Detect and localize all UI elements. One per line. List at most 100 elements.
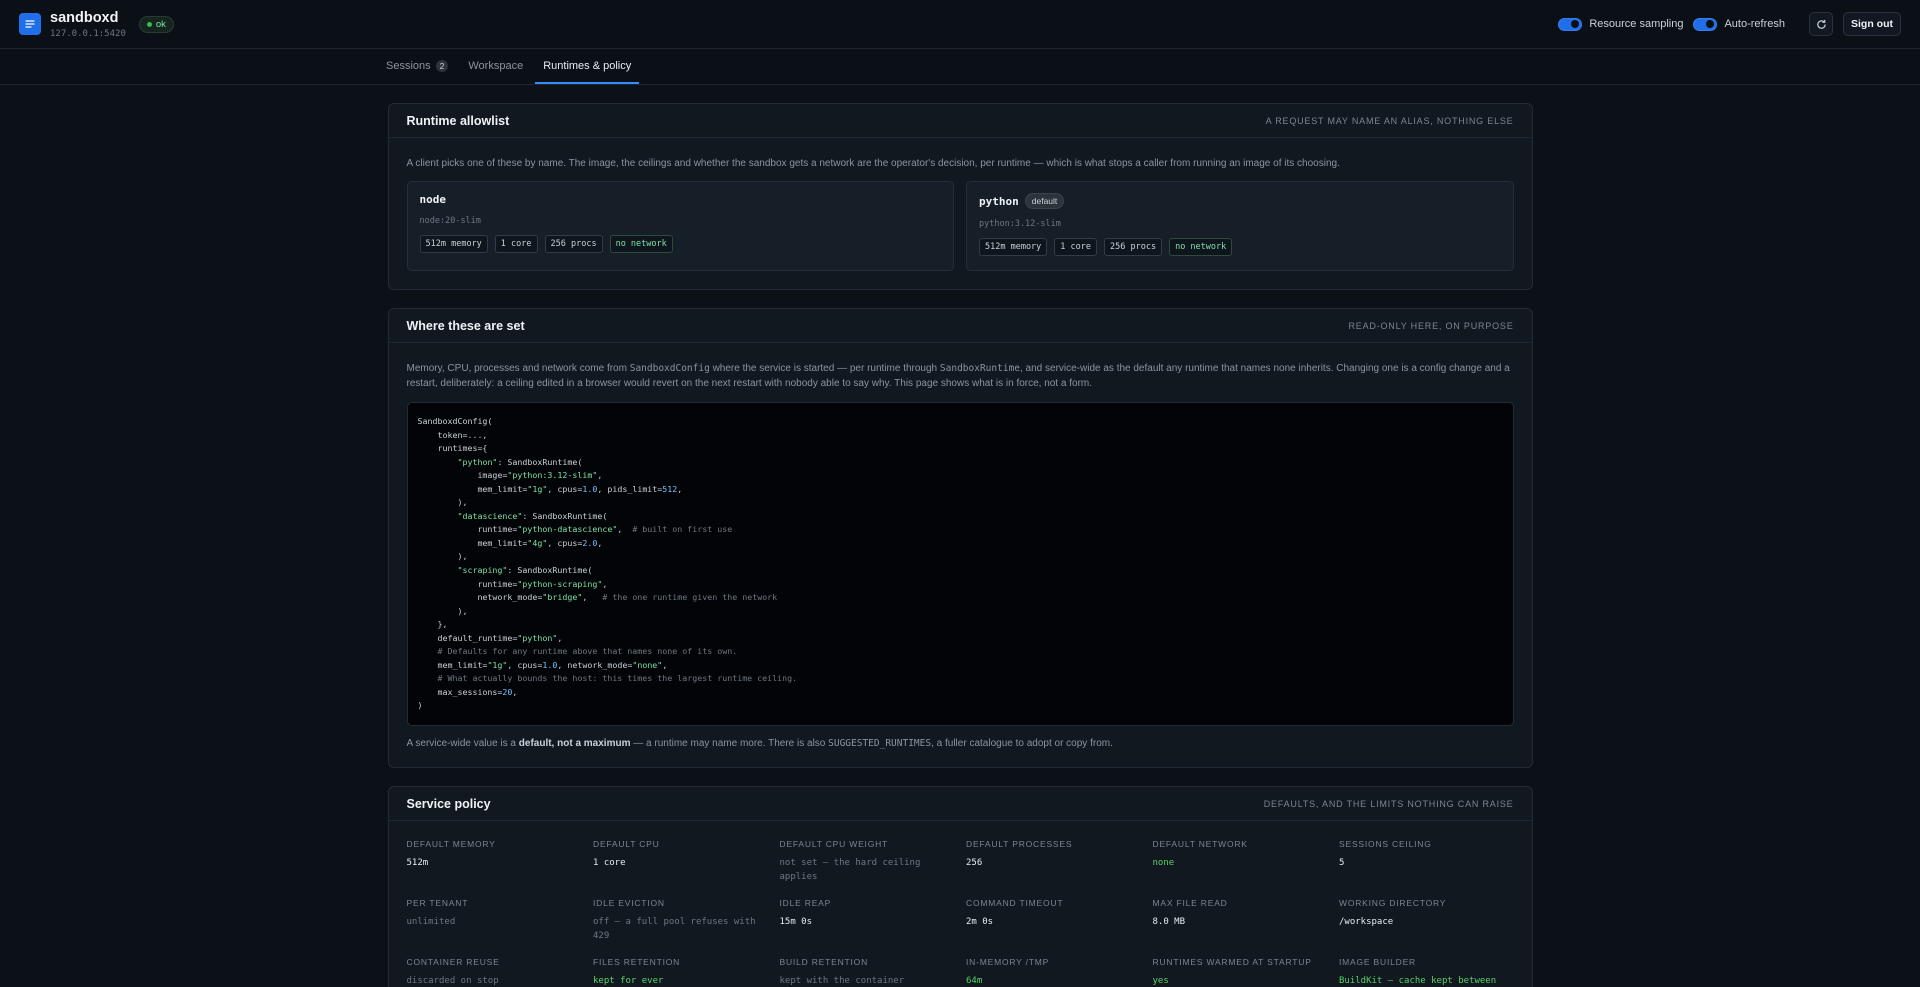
policy-item: Files retention kept for ever	[593, 957, 768, 987]
policy-item: Build retention kept with the container	[780, 957, 955, 987]
code-line: # What actually bounds the host: this ti…	[437, 673, 798, 684]
refresh-icon	[1816, 19, 1826, 29]
auto-refresh-label: Auto-refresh	[1724, 18, 1785, 30]
tab-runtimes-policy[interactable]: Runtimes & policy	[535, 49, 640, 84]
policy-item: Idle reap 15m 0s	[780, 898, 955, 943]
runtime-image: node:20-slim	[419, 216, 481, 226]
policy-label: Per tenant	[406, 898, 469, 909]
inline-code: SandboxdConfig	[629, 363, 710, 374]
code-line: "python": SandboxRuntime(	[457, 456, 583, 467]
code-line: SandboxdConfig(	[417, 416, 493, 426]
code-line: "datascience": SandboxRuntime(	[457, 510, 608, 521]
tab-label: Runtimes & policy	[543, 59, 632, 72]
policy-item: Max file read 8.0 MB	[1153, 898, 1328, 943]
policy-label: Default memory	[406, 839, 496, 850]
policy-item: Default memory 512m	[407, 839, 582, 884]
code-line: default_runtime="python",	[417, 632, 563, 643]
code-line: # Defaults for any runtime above that na…	[437, 646, 738, 657]
runtime-allowlist-panel: Runtime allowlist A request may name an …	[387, 103, 1533, 290]
policy-item: Default CPU weight not set — the hard cei…	[780, 839, 955, 884]
policy-label: Working directory	[1339, 898, 1447, 909]
memory-chip: 512m memory	[979, 238, 1048, 256]
policy-label: Idle eviction	[593, 898, 665, 909]
panel-title: Runtime allowlist	[406, 113, 510, 128]
top-bar: sandboxd 127.0.0.1:5420 ok Resource samp…	[0, 0, 1920, 49]
runtime-cards: node node:20-slim 512m memory 1 core 256…	[406, 181, 1514, 271]
service-policy-panel: Service policy Defaults, and the limits …	[387, 786, 1533, 987]
sign-out-button[interactable]: Sign out	[1843, 12, 1901, 36]
policy-label: Build retention	[779, 957, 869, 968]
status-text: ok	[155, 18, 166, 30]
code-line: runtimes={	[417, 443, 488, 454]
code-line: "scraping": SandboxRuntime(	[457, 565, 593, 576]
panel-body: Memory, CPU, processes and network come …	[389, 343, 1532, 767]
resource-sampling-label: Resource sampling	[1589, 18, 1684, 30]
code-line: mem_limit="1g", cpus=1.0, network_mode="…	[417, 659, 668, 670]
runtime-name: python	[979, 194, 1019, 208]
policy-value: 8.0 MB	[1152, 917, 1186, 928]
policy-label: Command timeout	[966, 898, 1064, 909]
policy-value: 256	[966, 858, 983, 869]
policy-label: Container reuse	[406, 957, 500, 968]
panel-title: Service policy	[406, 796, 491, 811]
app-name: sandboxd	[50, 9, 119, 26]
policy-item: Runtimes warmed at startup yes	[1153, 957, 1328, 987]
policy-item: Default processes 256	[966, 839, 1141, 884]
panel-header: Service policy Defaults, and the limits …	[388, 787, 1532, 822]
panel-note: Defaults, and the limits nothing can rai…	[1263, 798, 1514, 809]
policy-value: 64m	[966, 976, 983, 987]
main-content: Runtime allowlist A request may name an …	[387, 103, 1533, 987]
policy-label: Default CPU weight	[779, 839, 889, 850]
policy-value: not set — the hard ceiling applies	[779, 858, 921, 883]
cpu-chip: 1 core	[1054, 238, 1098, 256]
policy-item: In-memory /tmp 64m	[966, 957, 1141, 987]
policy-item: Default CPU 1 core	[593, 839, 768, 884]
tab-count-badge: 2	[435, 59, 449, 72]
code-line: runtime="python-scraping",	[417, 578, 608, 589]
config-description: Memory, CPU, processes and network come …	[406, 363, 1510, 389]
runtime-card-python: python default python:3.12-slim 512m mem…	[966, 181, 1514, 271]
tab-label: Sessions	[386, 59, 431, 72]
policy-value: kept with the container	[779, 976, 905, 987]
policy-item: Sessions ceiling 5	[1339, 839, 1514, 884]
policy-value: /workspace	[1339, 917, 1394, 928]
policy-item: Default network none	[1153, 839, 1328, 884]
policy-item: Command timeout 2m 0s	[966, 898, 1141, 943]
code-line: runtime="python-datascience", # built on…	[417, 524, 733, 535]
panel-header: Where these are set Read-only here, on p…	[388, 309, 1532, 343]
resource-sampling-toggle[interactable]	[1558, 17, 1583, 31]
code-line: ),	[417, 497, 468, 508]
policy-label: Default processes	[966, 839, 1073, 850]
policy-value: 15m 0s	[779, 917, 813, 928]
runtime-chips: 512m memory 1 core 256 procs no network	[979, 238, 1501, 256]
app-address: 127.0.0.1:5420	[50, 28, 126, 39]
inline-code: SUGGESTED_RUNTIMES	[828, 738, 932, 750]
tab-label: Workspace	[468, 59, 524, 72]
code-line: mem_limit="1g", cpus=1.0, pids_limit=512…	[417, 483, 683, 494]
runtime-name-row: python default	[979, 193, 1501, 209]
policy-item: Container reuse discarded on stop	[407, 957, 582, 987]
runtime-card-node: node node:20-slim 512m memory 1 core 256…	[406, 181, 954, 271]
status-dot-icon	[146, 21, 152, 27]
config-footnote: A service-wide value is a default, not a…	[406, 738, 1113, 750]
code-line: token=...,	[417, 429, 488, 440]
app-logo-icon	[19, 13, 41, 35]
runtime-chips: 512m memory 1 core 256 procs no network	[419, 235, 942, 253]
policy-value: none	[1152, 858, 1175, 869]
policy-label: In-memory /tmp	[966, 957, 1050, 968]
policy-value: discarded on stop	[406, 976, 499, 987]
refresh-button[interactable]	[1809, 12, 1833, 36]
allowlist-description: A client picks one of these by name. The…	[406, 158, 1340, 169]
policy-value: kept for ever	[593, 976, 664, 987]
code-line: max_sessions=20,	[417, 686, 518, 697]
network-chip: no network	[1169, 238, 1233, 256]
policy-label: Files retention	[593, 957, 681, 968]
runtime-name-row: node	[420, 193, 942, 206]
auto-refresh-toggle[interactable]	[1693, 17, 1718, 31]
default-badge: default	[1024, 193, 1065, 209]
tab-sessions[interactable]: Sessions 2	[378, 49, 456, 84]
policy-label: Default CPU	[593, 839, 660, 850]
policy-label: Runtimes warmed at startup	[1152, 957, 1312, 968]
config-source-panel: Where these are set Read-only here, on p…	[387, 308, 1533, 769]
tab-workspace[interactable]: Workspace	[460, 49, 531, 84]
